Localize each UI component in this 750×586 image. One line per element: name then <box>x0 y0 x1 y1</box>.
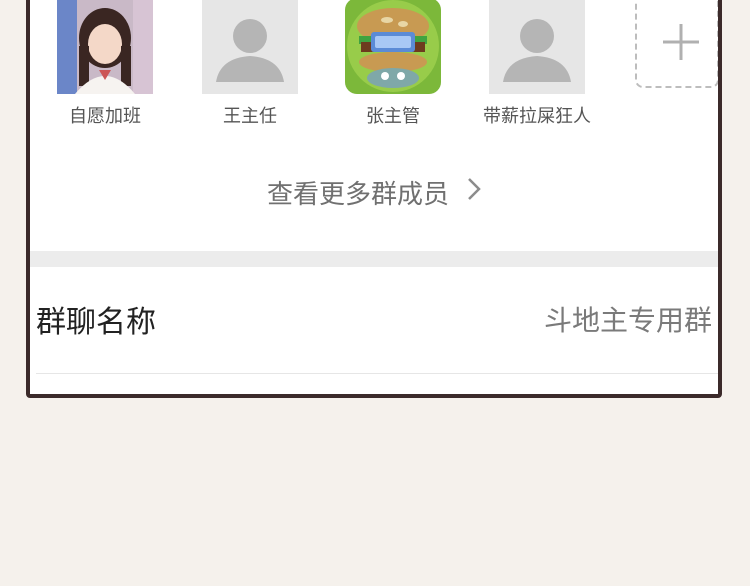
view-more-members-button[interactable]: 查看更多群成员 <box>30 168 718 216</box>
default-person-icon <box>202 0 298 94</box>
member-grid: 自愿加班 王主任 张主管 带薪拉屎狂人 <box>30 0 718 138</box>
member-avatar-photo <box>57 0 153 94</box>
add-member-button[interactable] <box>635 0 718 88</box>
chevron-right-icon <box>467 177 481 208</box>
group-info-panel: 自愿加班 王主任 张主管 带薪拉屎狂人 查看更多群成员 群聊名称 斗地主专用群 <box>26 0 722 398</box>
plus-icon <box>663 24 699 60</box>
group-name-label: 群聊名称 <box>36 305 156 340</box>
default-person-icon <box>489 0 585 94</box>
group-name-row[interactable]: 群聊名称 斗地主专用群 <box>30 267 718 371</box>
member-avatar-burger <box>345 0 441 94</box>
group-name-value: 斗地主专用群 <box>543 304 712 337</box>
row-divider <box>36 373 718 374</box>
view-more-label: 查看更多群成员 <box>266 179 449 210</box>
member-name: 王主任 <box>223 106 277 127</box>
member-name: 带薪拉屎狂人 <box>483 106 591 127</box>
member-name: 张主管 <box>366 106 420 127</box>
member-name: 自愿加班 <box>69 106 141 127</box>
section-separator <box>30 251 718 267</box>
